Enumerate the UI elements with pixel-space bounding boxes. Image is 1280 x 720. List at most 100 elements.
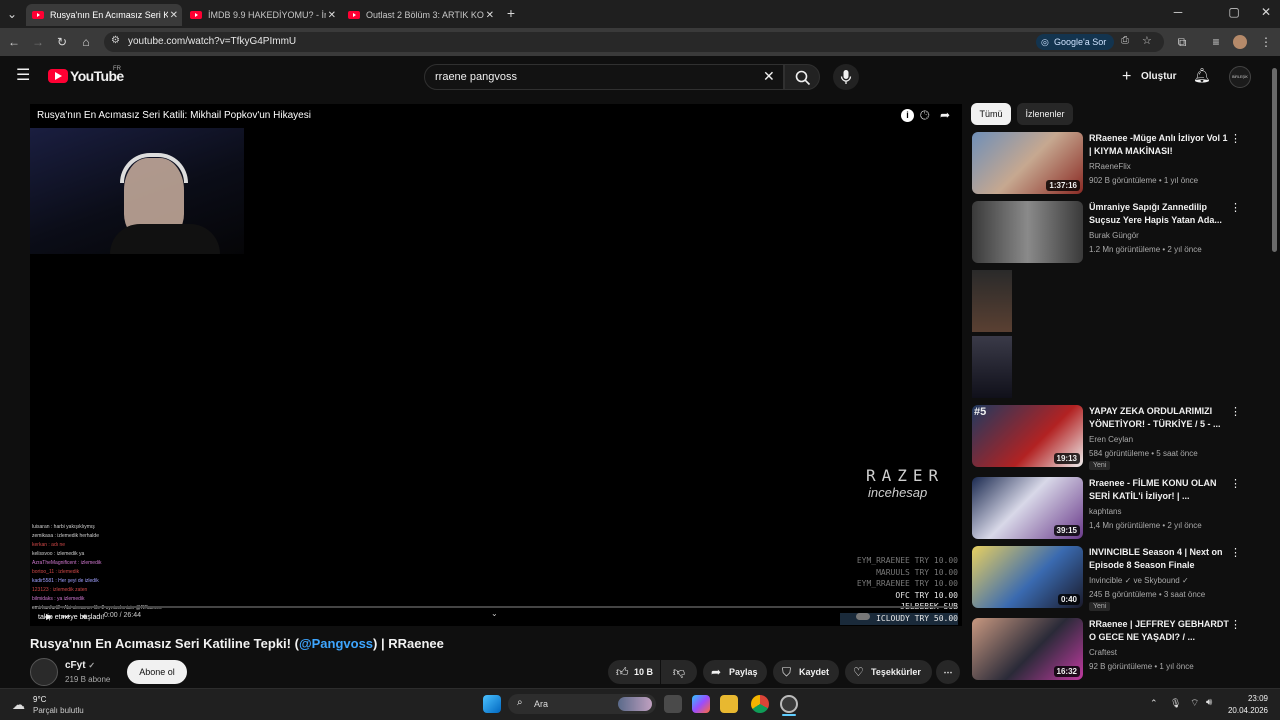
tab-outlast[interactable]: Outlast 2 Bölüm 3: ARTIK KOR ✕ <box>342 4 498 26</box>
clock-date[interactable]: 20.04.2026 <box>1218 706 1268 715</box>
more-vertical-icon[interactable]: ⋮ <box>1230 546 1241 559</box>
clock-time[interactable]: 23:09 <box>1218 694 1268 703</box>
tab-imdb[interactable]: İMDB 9.9 HAKEDİYOMU? - İnvi ✕ <box>184 4 340 26</box>
maximize-window-icon[interactable]: ▢ <box>1226 4 1242 20</box>
loading-thumbnail[interactable] <box>972 336 1012 398</box>
video-thumbnail[interactable]: 16:32 <box>972 618 1083 680</box>
new-tab-button[interactable]: + <box>503 5 519 21</box>
watch-later-clock-icon[interactable]: 🕒︎ <box>920 108 930 123</box>
copilot-icon[interactable] <box>692 695 710 713</box>
recommendation-title[interactable]: RRaenee -Müge Anlı İzliyor Vol 1 | KIYMA… <box>1089 132 1229 158</box>
voice-search-button[interactable] <box>833 64 859 90</box>
thanks-button[interactable]: ♡ Teşekkürler <box>845 660 932 684</box>
recommendation-item[interactable]: 39:15 Rraenee - FİLME KONU OLAN SERİ KAT… <box>972 477 1262 543</box>
tray-chevron-icon[interactable]: ⌃ <box>1150 698 1158 709</box>
hamburger-menu-icon[interactable]: ☰ <box>16 68 30 84</box>
like-button[interactable]: 👍︎ 10 B <box>608 660 660 684</box>
account-avatar[interactable]: BİRLEŞİK <box>1229 66 1251 88</box>
windows-start-icon[interactable] <box>483 695 501 713</box>
recommendation-channel[interactable]: Craftest <box>1089 648 1117 657</box>
recommendation-title[interactable]: INVINCIBLE Season 4 | Next on Episode 8 … <box>1089 546 1229 572</box>
play-icon[interactable]: ▶ <box>46 612 52 621</box>
install-app-icon[interactable]: ⎙ <box>1121 35 1129 46</box>
player-overlay-title[interactable]: Rusya'nın En Acımasız Seri Katili: Mikha… <box>37 110 311 121</box>
autoplay-toggle[interactable] <box>856 613 870 620</box>
share-button[interactable]: ➦ Paylaş <box>703 660 767 684</box>
more-actions-button[interactable]: ⋯ <box>936 660 960 684</box>
microphone-tray-icon[interactable]: 🎙︎ <box>1170 698 1181 709</box>
weather-cloud-icon[interactable]: ☁ <box>12 697 25 713</box>
search-input[interactable]: rraene pangvoss ✕ <box>424 64 784 90</box>
extensions-icon[interactable]: ⧉ <box>1174 34 1190 50</box>
more-vertical-icon[interactable]: ⋮ <box>1230 132 1241 145</box>
video-thumbnail[interactable]: #5 19:13 <box>972 405 1083 467</box>
profile-avatar-icon[interactable] <box>1233 35 1247 49</box>
tab-close-icon[interactable]: ✕ <box>328 10 336 21</box>
weather-description[interactable]: Parçalı bulutlu <box>33 706 84 715</box>
recommendation-title[interactable]: YAPAY ZEKA ORDULARIMIZI YÖNETİYOR! - TÜR… <box>1089 405 1229 431</box>
info-icon[interactable]: i <box>901 109 914 122</box>
page-scrollbar[interactable] <box>1272 68 1277 252</box>
channel-avatar[interactable] <box>30 658 58 686</box>
subscribe-button[interactable]: Abone ol <box>127 660 187 684</box>
search-button[interactable] <box>784 64 820 90</box>
search-input-value[interactable]: rraene pangvoss <box>435 71 517 83</box>
close-window-icon[interactable]: ✕ <box>1258 4 1274 20</box>
reload-icon[interactable]: ↻ <box>54 34 70 50</box>
recommendation-title[interactable]: RRaenee | JEFFREY GEBHARDT O GECE NE YAŞ… <box>1089 618 1229 644</box>
youtube-logo-icon[interactable] <box>48 69 68 83</box>
chip-all[interactable]: Tümü <box>971 103 1011 125</box>
recommendation-channel[interactable]: kaphtans <box>1089 507 1121 516</box>
save-button[interactable]: ⛉ Kaydet <box>773 660 839 684</box>
reading-list-icon[interactable]: ≡ <box>1208 34 1224 50</box>
next-video-icon[interactable]: ⏭ <box>62 612 69 622</box>
address-bar[interactable]: ⚙ youtube.com/watch?v=TfkyG4PImmU ◎ Goog… <box>104 32 1164 52</box>
google-sor-button[interactable]: ◎ Google'a Sor <box>1036 34 1114 50</box>
create-button[interactable]: + Oluştur <box>1117 65 1179 89</box>
tab-video[interactable]: Rusya'nın En Acımasız Seri Katil ✕ <box>26 4 182 26</box>
recommendation-title[interactable]: Rraenee - FİLME KONU OLAN SERİ KATİL'i İ… <box>1089 477 1229 503</box>
recommendation-channel[interactable]: Invincible ✓ ve Skybound ✓ <box>1089 576 1189 585</box>
more-vertical-icon[interactable]: ⋮ <box>1230 201 1241 214</box>
recommendation-channel[interactable]: RRaeneFlix <box>1089 162 1131 171</box>
speaker-icon[interactable]: 🔊︎ <box>1206 697 1212 708</box>
taskbar-search-box[interactable]: ⌕ Ara <box>508 694 656 714</box>
chrome-icon[interactable] <box>751 695 769 713</box>
tab-close-icon[interactable]: ✕ <box>486 10 494 21</box>
dislike-button[interactable]: 👎︎ <box>661 660 697 684</box>
share-arrow-icon[interactable]: ➦ <box>940 108 950 122</box>
chapter-chevron-icon[interactable]: ⌄ <box>491 609 498 618</box>
video-progress-bar[interactable] <box>38 606 956 608</box>
recommendation-item[interactable]: 0:40 INVINCIBLE Season 4 | Next on Episo… <box>972 546 1262 612</box>
tab-close-icon[interactable]: ✕ <box>170 10 178 21</box>
chip-watched[interactable]: İzlenenler <box>1017 103 1073 125</box>
recommendation-item[interactable]: Ümraniye Sapığı Zannedilip Suçsuz Yere H… <box>972 201 1262 267</box>
back-arrow-icon[interactable]: ← <box>6 34 22 50</box>
bookmark-star-icon[interactable]: ☆ <box>1142 34 1152 47</box>
pinned-app-icon[interactable] <box>780 695 798 713</box>
more-vertical-icon[interactable]: ⋮ <box>1230 618 1241 631</box>
more-vertical-icon[interactable]: ⋮ <box>1230 477 1241 490</box>
url-text[interactable]: youtube.com/watch?v=TfkyG4PImmU <box>128 36 296 47</box>
video-thumbnail[interactable]: 39:15 <box>972 477 1083 539</box>
file-explorer-icon[interactable] <box>720 695 738 713</box>
minimize-window-icon[interactable]: ─ <box>1170 4 1186 20</box>
forward-arrow-icon[interactable]: → <box>30 34 46 50</box>
clear-search-icon[interactable]: ✕ <box>763 68 775 85</box>
channel-name-text[interactable]: cFyt <box>65 660 86 671</box>
volume-icon[interactable]: 🔊︎ <box>82 612 87 622</box>
tab-list-chevron-icon[interactable]: ⌄ <box>4 6 20 22</box>
notifications-bell-icon[interactable]: 🔔︎ <box>1193 67 1211 84</box>
more-vertical-icon[interactable]: ⋮ <box>1230 405 1241 418</box>
site-info-icon[interactable]: ⚙ <box>111 35 120 46</box>
home-icon[interactable]: ⌂ <box>78 34 94 50</box>
recommendation-channel[interactable]: Burak Güngör <box>1089 231 1139 240</box>
loading-thumbnail[interactable] <box>972 270 1012 332</box>
browser-menu-icon[interactable]: ⋮ <box>1258 34 1274 50</box>
recommendation-item[interactable]: #5 19:13 YAPAY ZEKA ORDULARIMIZI YÖNETİY… <box>972 405 1262 471</box>
task-view-icon[interactable] <box>664 695 682 713</box>
recommendation-item[interactable]: 16:32 RRaenee | JEFFREY GEBHARDT O GECE … <box>972 618 1262 684</box>
recommendation-channel[interactable]: Eren Ceylan <box>1089 435 1133 444</box>
video-thumbnail[interactable] <box>972 201 1083 263</box>
recommendation-item[interactable]: 1:37:16 RRaenee -Müge Anlı İzliyor Vol 1… <box>972 132 1262 198</box>
